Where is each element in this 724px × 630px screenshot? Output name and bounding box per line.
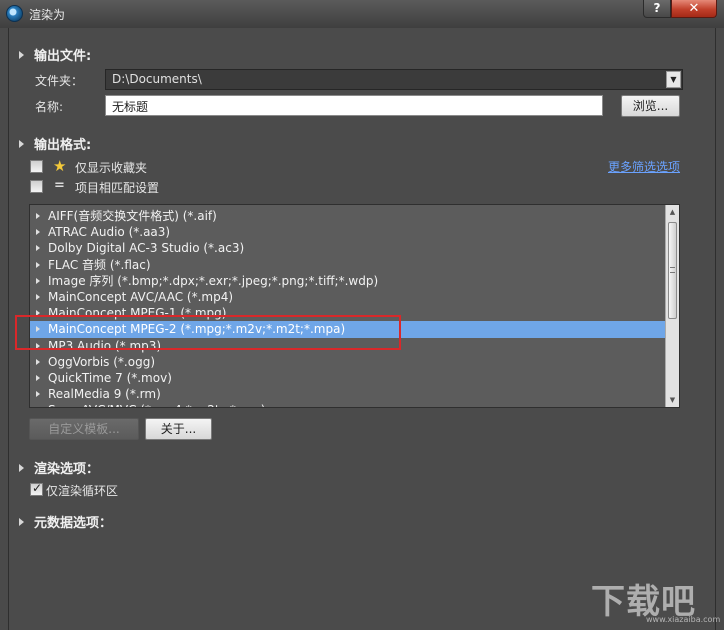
render-options-section-header[interactable]: 渲染选项： [19,458,99,477]
format-list-item[interactable]: MainConcept AVC/AAC (*.mp4) [30,289,666,305]
custom-template-button[interactable]: 自定义模板... [29,418,139,440]
expand-triangle-icon[interactable] [36,374,40,381]
expand-triangle-icon[interactable] [36,407,40,408]
window-title: 渲染为 [29,8,66,22]
expand-triangle-icon[interactable] [36,277,40,284]
browse-button[interactable]: 浏览... [621,95,680,117]
format-list-item[interactable]: ATRAC Audio (*.aa3) [30,224,666,240]
scroll-thumb[interactable] [668,222,677,319]
star-icon: ★ [53,157,67,175]
format-list-item[interactable]: RealMedia 9 (*.rm) [30,386,666,402]
output-format-header-label: 输出格式: [34,138,92,153]
metadata-options-header-label: 元数据选项： [34,516,113,531]
format-item-label: QuickTime 7 (*.mov) [48,370,172,385]
expand-triangle-icon [19,51,24,59]
output-file-header-label: 输出文件: [34,49,92,64]
format-list-item[interactable]: Sony AVC/MVC (*.mp4;*.m2ts;*.avc) [30,402,666,408]
help-button[interactable]: ? [643,0,671,18]
format-item-label: RealMedia 9 (*.rm) [48,387,161,402]
format-item-label: Dolby Digital AC-3 Studio (*.ac3) [48,241,245,256]
name-label: 名称: [35,100,64,114]
match-project-checkbox[interactable] [30,180,43,193]
format-list-item[interactable]: OggVorbis (*.ogg) [30,354,666,370]
metadata-options-section-header[interactable]: 元数据选项： [19,512,112,531]
output-file-section-header[interactable]: 输出文件: [19,45,91,64]
folder-label: 文件夹： [35,74,84,88]
folder-dropdown[interactable]: D:\Documents\ ▼ [105,69,683,90]
expand-triangle-icon[interactable] [36,229,40,236]
format-item-label: Sony AVC/MVC (*.mp4;*.m2ts;*.avc) [48,403,265,407]
format-item-label: FLAC 音频 (*.flac) [48,257,151,272]
format-item-label: Image 序列 (*.bmp;*.dpx;*.exr;*.jpeg;*.png… [48,273,379,288]
grip-icon [670,267,675,273]
scroll-up-icon[interactable]: ▲ [666,205,679,219]
format-item-label: ATRAC Audio (*.aa3) [48,225,171,240]
output-format-section-header[interactable]: 输出格式: [19,134,91,153]
loop-region-label: 仅渲染循环区 [46,484,119,498]
favorites-only-checkbox[interactable] [30,160,43,173]
format-list-scrollbar[interactable]: ▲ ▼ [665,205,679,407]
expand-triangle-icon[interactable] [36,245,40,252]
format-list-item[interactable]: AIFF(音频交换文件格式) (*.aif) [30,208,666,224]
folder-value: D:\Documents\ [112,72,202,86]
more-filters-link[interactable]: 更多筛选选项 [608,158,680,175]
about-button[interactable]: 关于... [145,418,212,440]
expand-triangle-icon[interactable] [36,293,40,300]
format-item-label: OggVorbis (*.ogg) [48,354,156,369]
app-icon [6,5,23,22]
render-options-header-label: 渲染选项： [34,462,100,477]
format-list-item[interactable]: QuickTime 7 (*.mov) [30,370,666,386]
chevron-down-icon[interactable]: ▼ [666,71,681,88]
format-list-rows: AIFF(音频交换文件格式) (*.aif) ATRAC Audio (*.aa3… [30,208,666,408]
expand-triangle-icon[interactable] [36,358,40,365]
expand-triangle-icon[interactable] [36,213,40,219]
format-item-label: MainConcept AVC/AAC (*.mp4) [48,289,234,304]
watermark-url: www.xiazaiba.com [646,615,721,624]
expand-triangle-icon [19,140,24,148]
expand-triangle-icon[interactable] [36,391,40,398]
format-list[interactable]: AIFF(音频交换文件格式) (*.aif) ATRAC Audio (*.aa3… [29,204,680,408]
match-project-label: 项目相匹配设置 [75,181,160,195]
highlight-box [15,315,401,350]
favorites-only-label: 仅显示收藏夹 [75,161,148,175]
close-button[interactable]: ✕ [671,0,717,18]
expand-triangle-icon[interactable] [36,261,40,268]
scroll-down-icon[interactable]: ▼ [666,393,679,407]
format-item-label: AIFF(音频交换文件格式) (*.aif) [48,209,217,223]
format-list-item[interactable]: Dolby Digital AC-3 Studio (*.ac3) [30,240,666,256]
format-list-item[interactable]: Image 序列 (*.bmp;*.dpx;*.exr;*.jpeg;*.png… [30,273,666,289]
loop-region-checkbox[interactable] [30,481,43,496]
title-bar: 渲染为 ? ✕ [0,0,724,28]
expand-triangle-icon [19,464,24,472]
format-list-item[interactable]: FLAC 音频 (*.flac) [30,257,666,273]
equals-icon: = [54,178,65,193]
expand-triangle-icon [19,518,24,526]
name-input[interactable]: 无标题 [105,95,603,116]
